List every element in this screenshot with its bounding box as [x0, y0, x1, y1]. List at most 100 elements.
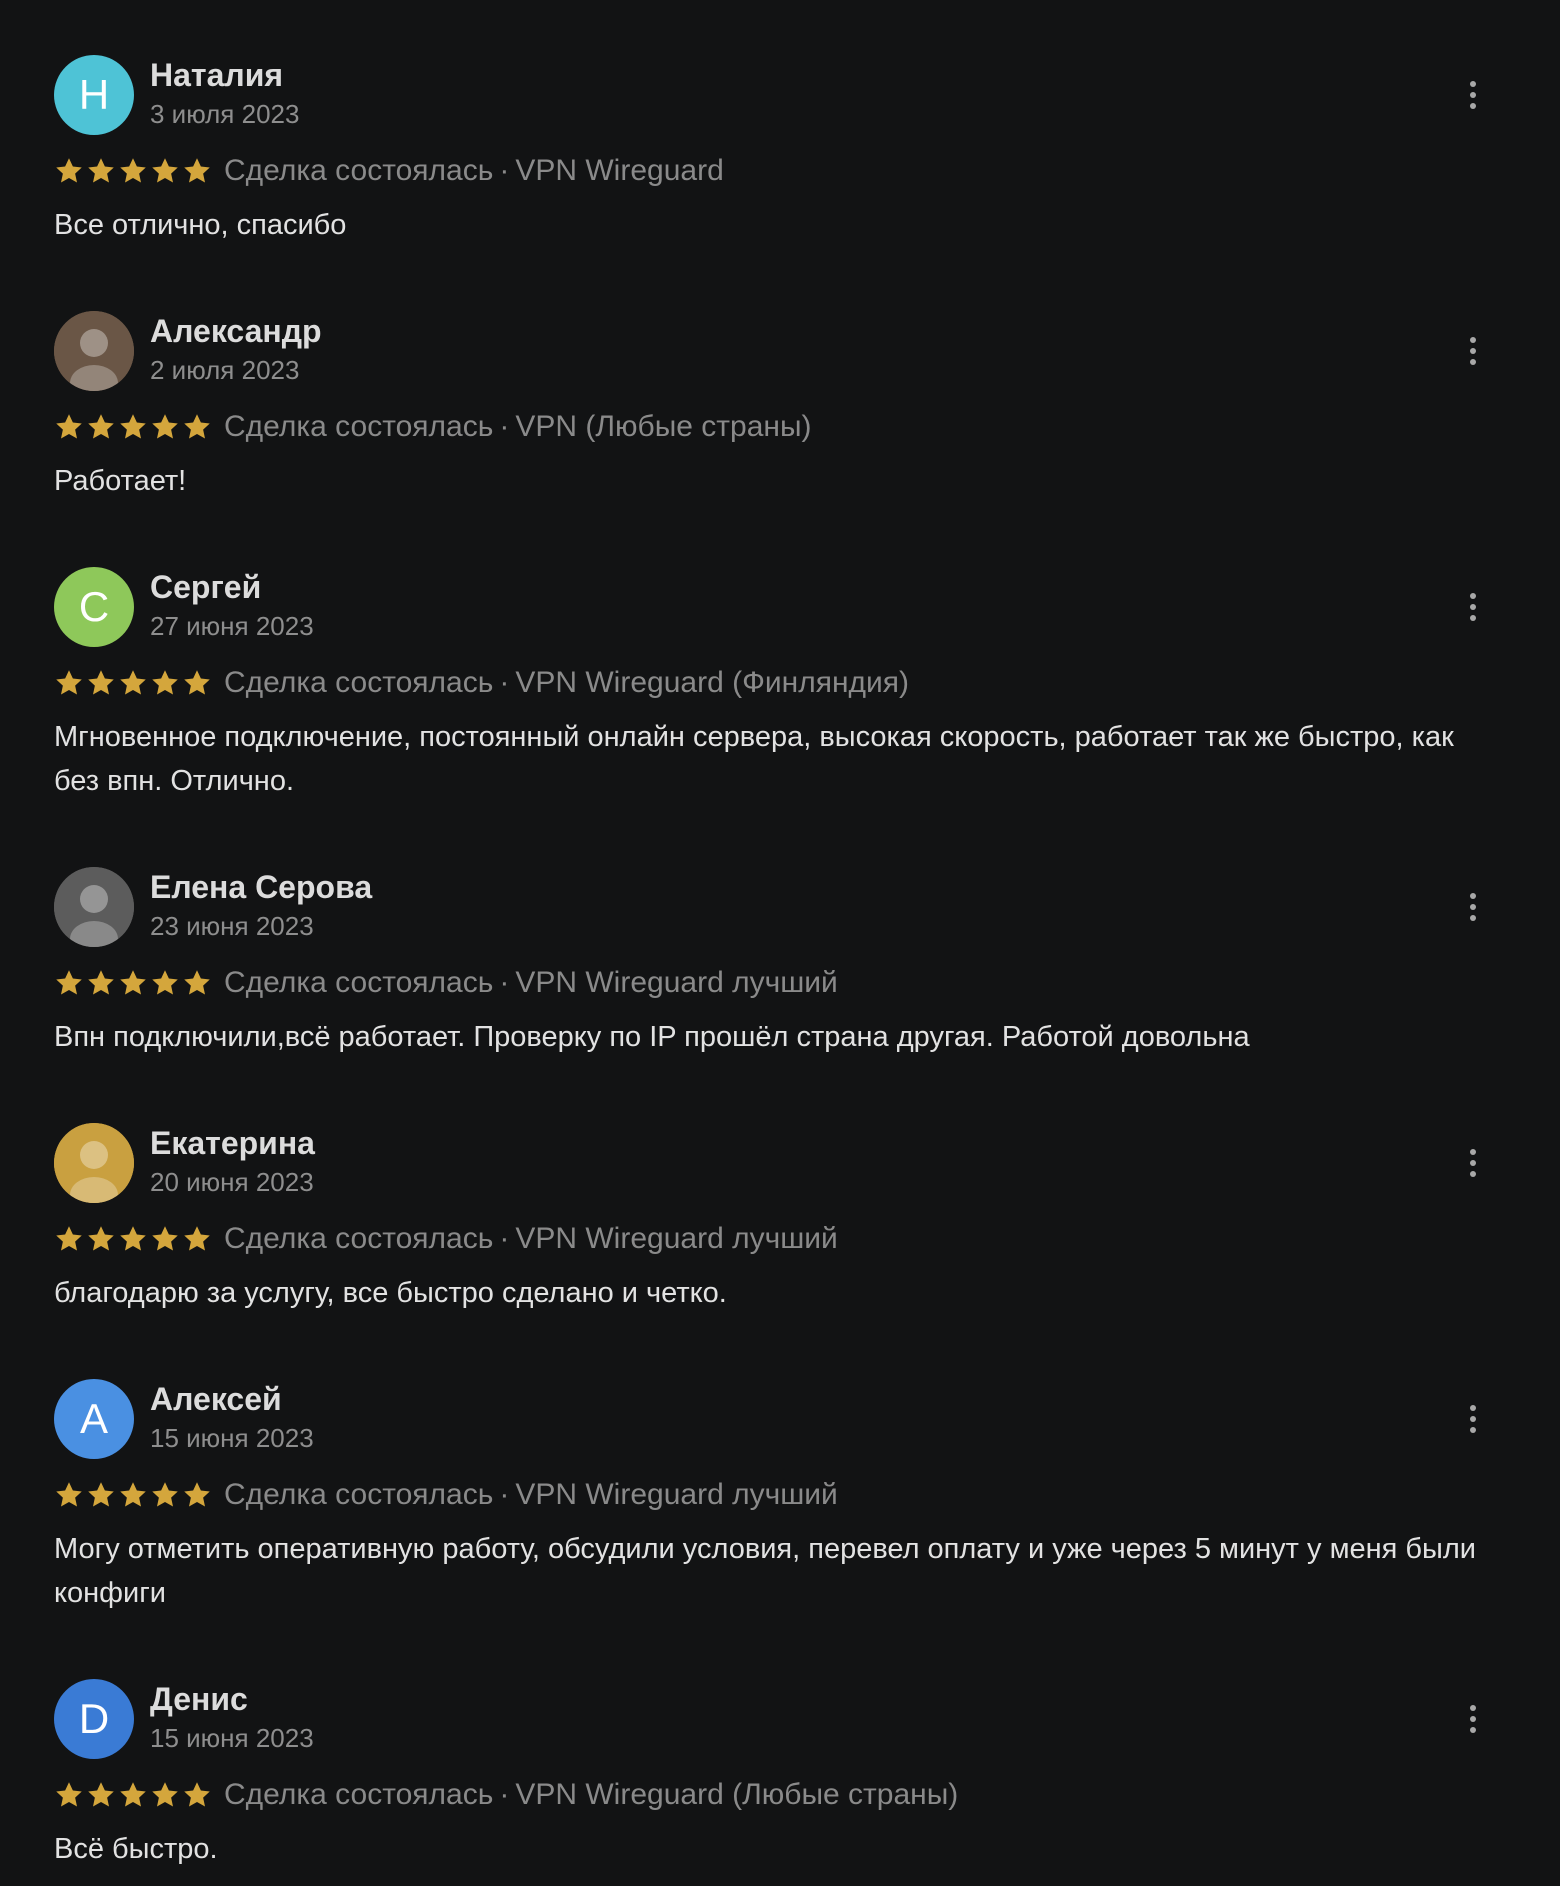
review-date: 23 июня 2023 [150, 911, 314, 941]
star-icon [152, 1226, 178, 1251]
user-photo-icon [54, 311, 134, 391]
review-date: 15 июня 2023 [150, 1723, 314, 1753]
product-name[interactable]: VPN (Любые страны) [515, 410, 811, 443]
reviewer-name[interactable]: Алексей [150, 1381, 282, 1418]
star-icon [88, 1482, 114, 1507]
star-icon [152, 414, 178, 439]
more-options-icon[interactable] [1458, 75, 1488, 115]
review-text: Всё быстро. [54, 1833, 218, 1865]
star-icon [120, 970, 146, 995]
review-text: Мгновенное подключение, постоянный онлай… [54, 721, 1454, 797]
star-icon [120, 670, 146, 695]
reviews-list: Н Наталия 3 июля 2023 Сделка состоялась · VPN… [0, 0, 1560, 1886]
deal-status: Сделка состоялась [224, 666, 494, 699]
avatar-letter: Н [78, 71, 110, 118]
rating-stars [54, 668, 212, 698]
reviewer-name[interactable]: Александр [150, 313, 322, 350]
star-icon [152, 1782, 178, 1807]
reviewer-name[interactable]: Сергей [150, 569, 261, 606]
star-icon [184, 1226, 210, 1251]
star-icon [56, 1482, 82, 1507]
separator-dot: · [499, 410, 510, 443]
star-icon [56, 414, 82, 439]
star-icon [184, 670, 210, 695]
separator-dot: · [499, 666, 510, 699]
separator-dot: · [499, 966, 510, 999]
review-date: 2 июля 2023 [150, 355, 300, 385]
review-meta: Сделка состоялась · VPN Wireguard лучший [54, 963, 838, 1003]
star-icon [152, 670, 178, 695]
avatar-letter: D [78, 1695, 110, 1742]
star-icon [56, 670, 82, 695]
more-options-icon[interactable] [1458, 587, 1488, 627]
review-text: Работает! [54, 465, 187, 497]
star-icon [120, 158, 146, 183]
review-text: Впн подключили,всё работает. Проверку по… [54, 1021, 1250, 1053]
rating-stars [54, 156, 212, 186]
separator-dot: · [499, 154, 510, 187]
reviewer-name[interactable]: Наталия [150, 57, 283, 94]
star-icon [56, 1226, 82, 1251]
reviewer-name[interactable]: Екатерина [150, 1125, 315, 1162]
product-name[interactable]: VPN Wireguard лучший [515, 1222, 837, 1255]
star-icon [88, 1226, 114, 1251]
product-name[interactable]: VPN Wireguard лучший [515, 966, 837, 999]
more-options-icon[interactable] [1458, 1143, 1488, 1183]
deal-status: Сделка состоялась [224, 966, 494, 999]
rating-stars [54, 968, 212, 998]
star-icon [120, 1226, 146, 1251]
more-options-icon[interactable] [1458, 1699, 1488, 1739]
product-name[interactable]: VPN Wireguard (Любые страны) [515, 1778, 958, 1811]
reviewer-name[interactable]: Елена Серова [150, 869, 372, 906]
star-icon [184, 1782, 210, 1807]
reviewer-name[interactable]: Денис [150, 1681, 248, 1718]
rating-stars [54, 412, 212, 442]
star-icon [152, 158, 178, 183]
deal-status: Сделка состоялась [224, 410, 494, 443]
rating-stars [54, 1780, 212, 1810]
review-meta: Сделка состоялась · VPN Wireguard лучший [54, 1475, 838, 1515]
review-text: благодарю за услугу, все быстро сделано … [54, 1277, 727, 1309]
more-options-icon[interactable] [1458, 331, 1488, 371]
review-text: Все отлично, спасибо [54, 209, 347, 241]
review-date: 15 июня 2023 [150, 1423, 314, 1453]
star-icon [152, 1482, 178, 1507]
avatar[interactable]: С [54, 567, 134, 647]
avatar[interactable] [54, 867, 134, 947]
star-icon [88, 414, 114, 439]
avatar[interactable]: А [54, 1379, 134, 1459]
rating-stars [54, 1224, 212, 1254]
star-icon [184, 158, 210, 183]
more-options-icon[interactable] [1458, 887, 1488, 927]
review-meta: Сделка состоялась · VPN Wireguard (Финлянд… [54, 663, 909, 703]
review-date: 27 июня 2023 [150, 611, 314, 641]
star-icon [152, 970, 178, 995]
product-name[interactable]: VPN Wireguard (Финляндия) [515, 666, 909, 699]
avatar[interactable] [54, 311, 134, 391]
rating-stars [54, 1480, 212, 1510]
review-meta: Сделка состоялась · VPN Wireguard (Любые с… [54, 1775, 958, 1815]
star-icon [56, 970, 82, 995]
star-icon [56, 158, 82, 183]
star-icon [120, 414, 146, 439]
product-name[interactable]: VPN Wireguard [515, 154, 723, 187]
star-icon [184, 414, 210, 439]
deal-status: Сделка состоялась [224, 154, 494, 187]
review-meta: Сделка состоялась · VPN Wireguard лучший [54, 1219, 838, 1259]
review-date: 20 июня 2023 [150, 1167, 314, 1197]
separator-dot: · [499, 1778, 510, 1811]
separator-dot: · [499, 1222, 510, 1255]
star-icon [120, 1782, 146, 1807]
avatar-letter: А [79, 1395, 108, 1442]
star-icon [88, 670, 114, 695]
avatar[interactable]: Н [54, 55, 134, 135]
avatar[interactable] [54, 1123, 134, 1203]
product-name[interactable]: VPN Wireguard лучший [515, 1478, 837, 1511]
user-photo-icon [54, 867, 134, 947]
deal-status: Сделка состоялась [224, 1222, 494, 1255]
star-icon [56, 1782, 82, 1807]
more-options-icon[interactable] [1458, 1399, 1488, 1439]
deal-status: Сделка состоялась [224, 1478, 494, 1511]
avatar[interactable]: D [54, 1679, 134, 1759]
review-meta: Сделка состоялась · VPN (Любые страны) [54, 407, 812, 447]
